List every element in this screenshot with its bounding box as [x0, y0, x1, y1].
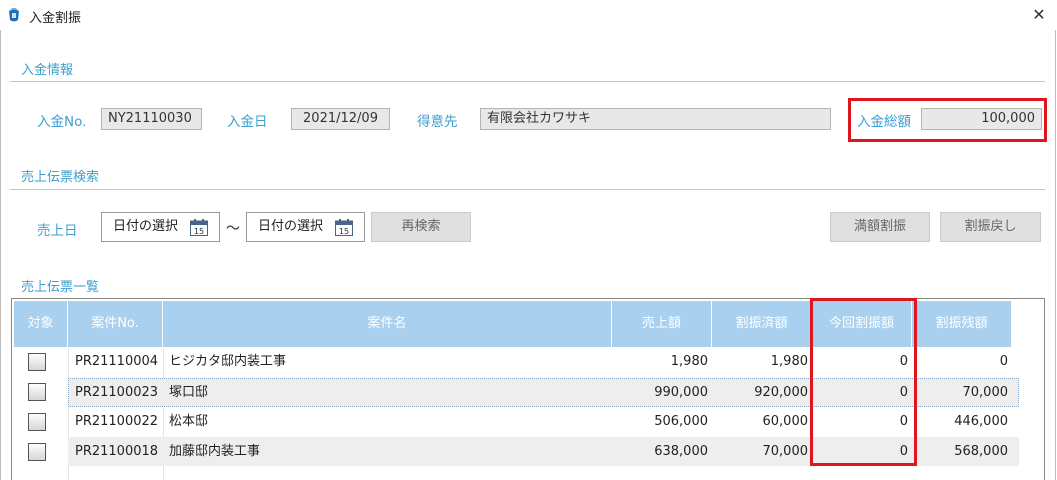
- window-title: 入金割振: [29, 11, 82, 26]
- customer-label: 得意先: [417, 114, 458, 130]
- undo-allocate-button[interactable]: 割振戻し: [940, 212, 1041, 242]
- remaining-amount-cell: 568,000: [954, 444, 1008, 459]
- project-name-cell: 塚口邸: [169, 385, 209, 400]
- header-project-name: 案件名: [163, 301, 612, 347]
- allocated-amount-cell: 920,000: [754, 385, 808, 400]
- project-name-cell: ヒジカタ邸内装工事: [169, 354, 287, 369]
- header-allocated-amount: 割振済額: [712, 301, 812, 347]
- sales-amount-cell: 638,000: [654, 444, 708, 459]
- project-no-cell: PR21100022: [75, 414, 159, 429]
- header-current-allocation: 今回割振額: [812, 301, 912, 347]
- project-name-cell: 加藤邸内装工事: [169, 444, 261, 459]
- date-from-picker[interactable]: 日付の選択 15: [101, 212, 220, 242]
- table-row[interactable]: PR21100023 塚口邸 990,000 920,000 0 70,000: [68, 378, 1019, 407]
- close-button[interactable]: ✕: [1026, 3, 1052, 27]
- calendar-number: 15: [194, 227, 204, 236]
- row-checkbox[interactable]: [28, 443, 46, 461]
- payment-no-field: NY21110030: [101, 108, 202, 130]
- current-allocation-cell[interactable]: 0: [812, 437, 908, 466]
- allocated-amount-cell: 1,980: [770, 354, 808, 369]
- full-allocate-button[interactable]: 満額割振: [830, 212, 930, 242]
- total-amount-label: 入金総額: [857, 114, 911, 130]
- allocated-amount-cell: 60,000: [762, 414, 809, 429]
- project-no-cell: PR21100023: [75, 385, 159, 400]
- research-button[interactable]: 再検索: [371, 212, 471, 242]
- title-bar: 入金割振 ✕: [0, 0, 1057, 30]
- app-logo-icon: [9, 7, 19, 22]
- section-divider: [10, 189, 1045, 190]
- header-project-no: 案件No.: [68, 301, 163, 347]
- current-allocation-cell[interactable]: 0: [812, 407, 908, 436]
- row-checkbox[interactable]: [28, 353, 46, 371]
- section-divider: [10, 81, 1045, 82]
- remaining-amount-cell: 446,000: [954, 414, 1008, 429]
- table-row[interactable]: PR21110004 ヒジカタ邸内装工事 1,980 1,980 0 0: [68, 347, 1019, 376]
- row-checkbox[interactable]: [28, 383, 46, 401]
- payment-date-field: 2021/12/09: [291, 108, 390, 130]
- project-no-cell: PR21100018: [75, 444, 159, 459]
- current-allocation-cell[interactable]: 0: [812, 347, 908, 376]
- date-to-picker[interactable]: 日付の選択 15: [246, 212, 365, 242]
- section-title-payment-info: 入金情報: [21, 63, 74, 78]
- payment-date-label: 入金日: [227, 114, 268, 130]
- date-to-text: 日付の選択: [258, 219, 324, 234]
- customer-field: 有限会社カワサキ: [480, 108, 831, 130]
- sales-slip-table: 対象 案件No. 案件名 売上額 割振済額 今回割振額 割振残額 PR21110…: [11, 298, 1045, 480]
- sales-date-label: 売上日: [37, 223, 78, 239]
- window-border-left: [0, 30, 1, 480]
- remaining-amount-cell: 70,000: [962, 385, 1009, 400]
- header-target: 対象: [14, 301, 68, 347]
- sales-amount-cell: 990,000: [654, 385, 708, 400]
- calendar-icon[interactable]: 15: [335, 219, 353, 236]
- sales-amount-cell: 1,980: [670, 354, 708, 369]
- section-title-search: 売上伝票検索: [21, 170, 100, 185]
- close-icon: ✕: [1032, 5, 1046, 24]
- remaining-amount-cell: 0: [999, 354, 1008, 369]
- calendar-number: 15: [339, 227, 349, 236]
- calendar-icon[interactable]: 15: [190, 219, 208, 236]
- allocated-amount-cell: 70,000: [762, 444, 809, 459]
- header-sales-amount: 売上額: [612, 301, 712, 347]
- current-allocation-cell[interactable]: 0: [812, 378, 908, 407]
- sales-amount-cell: 506,000: [654, 414, 708, 429]
- section-title-list: 売上伝票一覧: [21, 280, 100, 295]
- table-row[interactable]: PR21100018 加藤邸内装工事 638,000 70,000 0 568,…: [68, 437, 1019, 466]
- row-checkbox[interactable]: [28, 413, 46, 431]
- payment-no-label: 入金No.: [37, 114, 87, 130]
- header-remaining-amount: 割振残額: [912, 301, 1012, 347]
- total-amount-field: 100,000: [921, 108, 1042, 130]
- project-no-cell: PR21110004: [75, 354, 159, 369]
- project-name-cell: 松本邸: [169, 414, 209, 429]
- date-range-separator: ～: [226, 221, 240, 237]
- window-border-right: [1055, 30, 1056, 480]
- table-row[interactable]: PR21100022 松本邸 506,000 60,000 0 446,000: [68, 407, 1019, 436]
- date-from-text: 日付の選択: [113, 219, 179, 234]
